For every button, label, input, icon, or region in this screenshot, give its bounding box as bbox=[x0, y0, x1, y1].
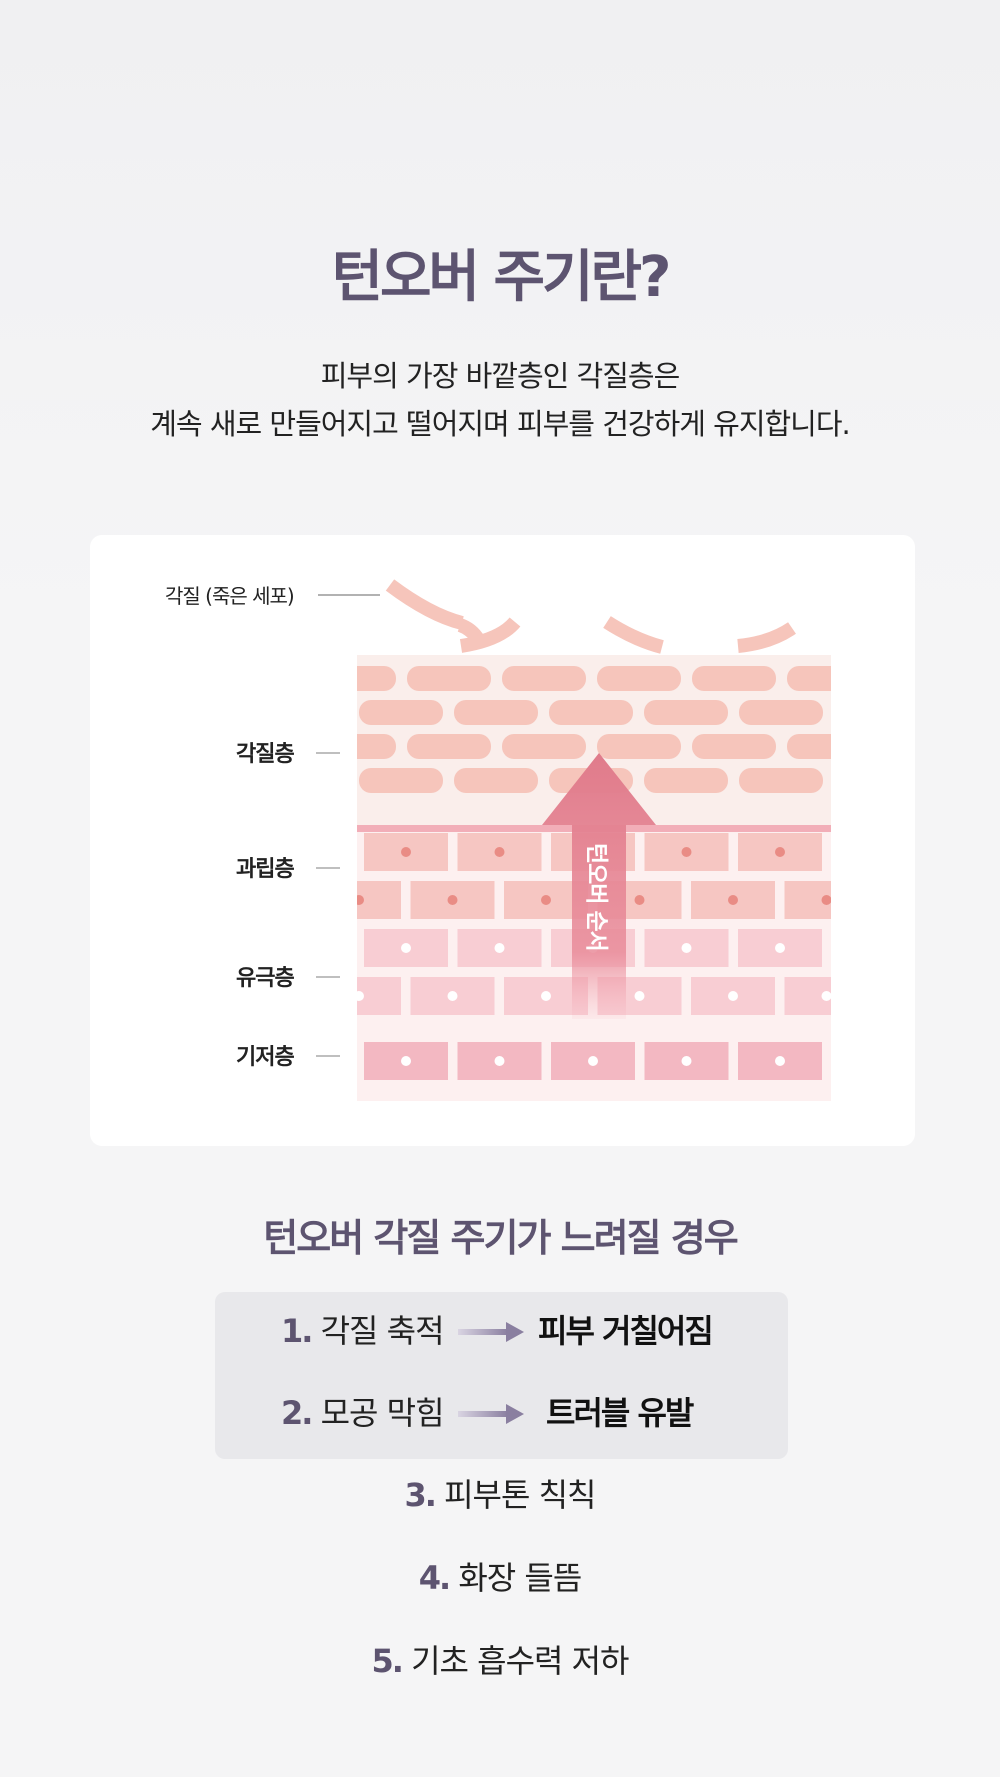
item-number: 2. bbox=[281, 1394, 313, 1432]
stratum-cell bbox=[787, 666, 831, 691]
cell-nucleus bbox=[728, 895, 738, 905]
cell-nucleus bbox=[494, 1056, 505, 1066]
stratum-cell bbox=[692, 666, 776, 691]
cell-nucleus bbox=[775, 1056, 785, 1066]
turnover-arrow-label: 턴오버 순서 bbox=[583, 843, 609, 951]
item-cause: 모공 막힘 bbox=[320, 1394, 445, 1432]
skin-cell bbox=[832, 833, 916, 871]
item-text: 피부톤 칙칙 bbox=[444, 1476, 596, 1514]
page-title: 턴오버 주기란? bbox=[331, 245, 671, 310]
cell-nucleus bbox=[494, 943, 505, 953]
cell-nucleus bbox=[681, 1056, 692, 1066]
stratum-cell bbox=[502, 666, 586, 691]
cell-nucleus bbox=[401, 943, 411, 953]
cell-nucleus bbox=[357, 991, 364, 1001]
layer-label: 유극층 bbox=[236, 966, 294, 991]
skin-layer-diagram-card: 각질 (죽은 세포) 턴오버 순서 각질층과립층유극층기저층 bbox=[90, 535, 915, 1146]
stratum-cell bbox=[359, 768, 443, 793]
stratum-cell bbox=[644, 768, 728, 793]
stratum-cell bbox=[264, 700, 348, 725]
cell-nucleus bbox=[541, 991, 551, 1001]
item-number: 3. bbox=[404, 1476, 437, 1514]
item-number: 4. bbox=[418, 1559, 451, 1597]
description: 피부의 가장 바깥층인 각질층은 계속 새로 만들어지고 떨어지며 피부를 건강… bbox=[0, 352, 1000, 448]
stratum-cell bbox=[739, 700, 823, 725]
stratum-cell bbox=[692, 734, 776, 759]
right-arrow-icon bbox=[458, 1404, 524, 1424]
description-line-2: 계속 새로 만들어지고 떨어지며 피부를 건강하게 유지합니다. bbox=[150, 407, 851, 441]
cell-nucleus bbox=[869, 943, 879, 953]
stratum-cell bbox=[597, 666, 681, 691]
cell-nucleus bbox=[775, 943, 785, 953]
slow-cycle-result-1: 피부 거칠어짐 bbox=[538, 1306, 714, 1356]
slow-cycle-result-2: 트러블 유발 bbox=[546, 1388, 694, 1438]
item-result: 트러블 유발 bbox=[546, 1394, 694, 1432]
cell-nucleus bbox=[401, 1056, 411, 1066]
cell-nucleus bbox=[681, 943, 692, 953]
cell-nucleus bbox=[869, 847, 879, 857]
stratum-cell bbox=[454, 700, 538, 725]
dead-cell-flake bbox=[385, 579, 464, 630]
stratum-cell bbox=[357, 734, 396, 759]
stratum-cell bbox=[357, 666, 396, 691]
item-cause: 각질 축적 bbox=[320, 1312, 445, 1350]
slow-cycle-title: 턴오버 각질 주기가 느려질 경우 bbox=[263, 1216, 738, 1260]
skin-cell bbox=[832, 929, 916, 967]
layer-label: 기저층 bbox=[236, 1045, 294, 1070]
stratum-cell bbox=[454, 768, 538, 793]
dead-cell-flake bbox=[603, 616, 664, 654]
cell-nucleus bbox=[541, 895, 551, 905]
dead-cell-flake bbox=[737, 622, 796, 653]
cell-nucleus bbox=[821, 895, 831, 905]
cell-nucleus bbox=[447, 895, 458, 905]
slow-cycle-item-1: 1. 각질 축적 bbox=[281, 1306, 445, 1356]
slow-cycle-item-2: 2. 모공 막힘 bbox=[281, 1388, 445, 1438]
stratum-cell bbox=[644, 700, 728, 725]
slow-cycle-item-5: 5. 기초 흡수력 저하 bbox=[0, 1636, 1000, 1686]
description-line-1: 피부의 가장 바깥층인 각질층은 bbox=[320, 359, 681, 393]
stratum-cell bbox=[787, 734, 831, 759]
layer-label: 과립층 bbox=[236, 857, 294, 882]
slow-cycle-item-3: 3. 피부톤 칙칙 bbox=[0, 1470, 1000, 1520]
dead-cell-flakes bbox=[385, 579, 796, 654]
cell-nucleus bbox=[357, 895, 364, 905]
cell-nucleus bbox=[728, 991, 738, 1001]
cell-nucleus bbox=[588, 1056, 598, 1066]
item-number: 1. bbox=[281, 1312, 313, 1350]
skin-layer-diagram: 각질 (죽은 세포) 턴오버 순서 각질층과립층유극층기저층 bbox=[165, 579, 916, 1101]
item-text: 기초 흡수력 저하 bbox=[411, 1642, 629, 1680]
layer-labels: 각질층과립층유극층기저층 bbox=[236, 742, 340, 1070]
item-text: 화장 들뜸 bbox=[458, 1559, 582, 1597]
stratum-cell bbox=[264, 768, 348, 793]
skin-cell bbox=[832, 1042, 916, 1080]
layer-label: 각질층 bbox=[236, 742, 294, 767]
cell-nucleus bbox=[494, 847, 505, 857]
slow-cycle-item-4: 4. 화장 들뜸 bbox=[0, 1553, 1000, 1603]
stratum-cell bbox=[834, 768, 915, 793]
stratum-cell bbox=[359, 700, 443, 725]
stratum-cell bbox=[739, 768, 823, 793]
item-number: 5. bbox=[371, 1642, 403, 1680]
stratum-cell bbox=[407, 666, 491, 691]
cell-nucleus bbox=[821, 991, 831, 1001]
cell-nucleus bbox=[401, 847, 411, 857]
cell-nucleus bbox=[869, 1056, 879, 1066]
cell-nucleus bbox=[447, 991, 458, 1001]
dead-cell-label: 각질 (죽은 세포) bbox=[165, 584, 294, 608]
right-arrow-icon bbox=[458, 1322, 524, 1342]
stratum-cell bbox=[407, 734, 491, 759]
stratum-cell bbox=[834, 700, 915, 725]
cell-nucleus bbox=[681, 847, 692, 857]
item-result: 피부 거칠어짐 bbox=[538, 1312, 714, 1350]
cell-nucleus bbox=[775, 847, 785, 857]
